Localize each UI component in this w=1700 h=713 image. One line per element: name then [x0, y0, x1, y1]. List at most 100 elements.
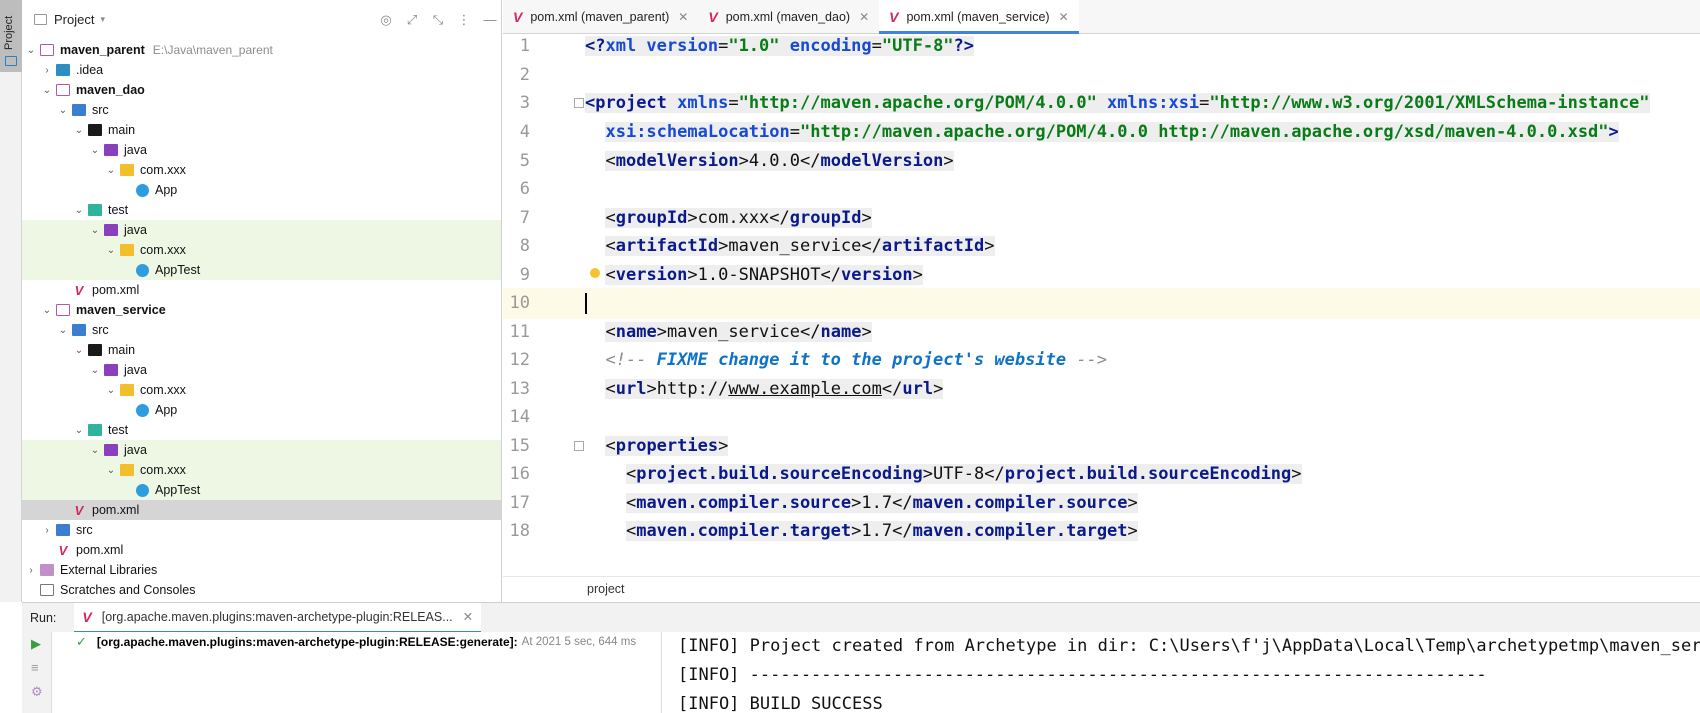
code-line[interactable]: 8 <artifactId>maven_service</artifactId> [503, 231, 1700, 262]
chevron-down-icon[interactable]: ⌄ [54, 105, 72, 116]
tree-item-external-libraries[interactable]: › External Libraries [22, 560, 501, 580]
chevron-down-icon[interactable]: ⌄ [86, 365, 104, 376]
chevron-down-icon[interactable]: ⌄ [70, 125, 88, 136]
fold-icon[interactable] [574, 98, 584, 108]
tree-item-scratches[interactable]: Scratches and Consoles [22, 580, 501, 600]
line-number: 8 [519, 236, 530, 256]
code-line[interactable]: 2 [503, 60, 1700, 91]
package-icon [120, 384, 134, 396]
code-line[interactable]: 4 xsi:schemaLocation="http://maven.apach… [503, 117, 1700, 148]
tree-item-app[interactable]: App [22, 180, 501, 200]
tree-item-apptest[interactable]: AppTest [22, 260, 501, 280]
locate-file-icon[interactable]: ◎ [379, 12, 393, 28]
code-line[interactable]: 6 [503, 174, 1700, 205]
close-icon[interactable]: ✕ [463, 609, 473, 624]
settings-icon[interactable]: ⚙ [31, 684, 43, 700]
chevron-down-icon[interactable]: ▾ [100, 14, 105, 25]
fold-icon[interactable] [574, 441, 584, 451]
code-line[interactable]: 3 <project xmlns="http://maven.apache.or… [503, 88, 1700, 119]
tree-item-java[interactable]: ⌄ java [22, 220, 501, 240]
close-icon[interactable]: ✕ [1059, 10, 1069, 24]
tree-item-java[interactable]: ⌄ java [22, 140, 501, 160]
code-line[interactable]: 5 <modelVersion>4.0.0</modelVersion> [503, 146, 1700, 177]
chevron-down-icon[interactable]: ⌄ [22, 45, 40, 56]
code-line[interactable]: 14 [503, 402, 1700, 433]
chevron-right-icon[interactable]: › [38, 525, 56, 536]
chevron-down-icon[interactable]: ⌄ [86, 145, 104, 156]
tree-item-java[interactable]: ⌄ java [22, 440, 501, 460]
close-icon[interactable]: ✕ [678, 10, 688, 24]
chevron-down-icon[interactable]: ⌄ [54, 325, 72, 336]
chevron-down-icon[interactable]: ⌄ [86, 225, 104, 236]
tree-item-src[interactable]: ⌄ src [22, 320, 501, 340]
module-path: E:\Java\maven_parent [152, 43, 273, 57]
tree-item-package[interactable]: ⌄ com.xxx [22, 160, 501, 180]
code-line[interactable]: 18 <maven.compiler.target>1.7</maven.com… [503, 516, 1700, 547]
tree-item-package[interactable]: ⌄ com.xxx [22, 240, 501, 260]
tree-item-main[interactable]: ⌄ main [22, 340, 501, 360]
chevron-right-icon[interactable]: › [38, 65, 56, 76]
chevron-down-icon[interactable]: ⌄ [70, 205, 88, 216]
chevron-down-icon[interactable]: ⌄ [102, 245, 120, 256]
tab-pom-maven-parent[interactable]: V pom.xml (maven_parent) ✕ [503, 0, 698, 34]
chevron-down-icon[interactable]: ⌄ [102, 385, 120, 396]
console-output[interactable]: [INFO] Project created from Archetype in… [662, 632, 1700, 713]
project-tool-tab[interactable]: Project [0, 0, 22, 72]
code-line-current[interactable]: 10 [503, 288, 1700, 319]
options-menu-icon[interactable]: ⋮ [457, 12, 471, 28]
run-tab[interactable]: V [org.apache.maven.plugins:maven-archet… [74, 602, 482, 633]
code-editor[interactable]: 1 <?xml version="1.0" encoding="UTF-8"?>… [503, 35, 1700, 576]
chevron-down-icon[interactable]: ⌄ [70, 345, 88, 356]
expand-all-icon[interactable]: ⤢ [405, 12, 419, 28]
run-tool-bar: Run: V [org.apache.maven.plugins:maven-a… [22, 602, 1700, 633]
run-tree-item[interactable]: ✓ [org.apache.maven.plugins:maven-archet… [76, 634, 636, 650]
code-line[interactable]: 16 <project.build.sourceEncoding>UTF-8</… [503, 459, 1700, 490]
tree-item-idea[interactable]: › .idea [22, 60, 501, 80]
tree-item-main[interactable]: ⌄ main [22, 120, 501, 140]
tree-item-maven-parent[interactable]: ⌄ maven_parent E:\Java\maven_parent [22, 40, 501, 60]
code-line[interactable]: 7 <groupId>com.xxx</groupId> [503, 203, 1700, 234]
chevron-down-icon[interactable]: ⌄ [102, 165, 120, 176]
chevron-down-icon[interactable]: ⌄ [38, 305, 56, 316]
tree-item-java[interactable]: ⌄ java [22, 360, 501, 380]
chevron-down-icon[interactable]: ⌄ [102, 465, 120, 476]
tree-item-label: java [124, 363, 147, 377]
code-line[interactable]: 12 <!-- FIXME change it to the project's… [503, 345, 1700, 376]
tree-item-maven-dao[interactable]: ⌄ maven_dao [22, 80, 501, 100]
tree-item-src[interactable]: › src [22, 520, 501, 540]
code-line[interactable]: 11 <name>maven_service</name> [503, 317, 1700, 348]
tree-item-apptest[interactable]: AppTest [22, 480, 501, 500]
filter-icon[interactable]: ≡ [31, 660, 39, 675]
code-line[interactable]: 15 <properties> [503, 431, 1700, 462]
tree-item-app[interactable]: App [22, 400, 501, 420]
tree-item-pom[interactable]: V pom.xml [22, 280, 501, 300]
tree-item-test[interactable]: ⌄ test [22, 200, 501, 220]
tree-item-src[interactable]: ⌄ src [22, 100, 501, 120]
code-line[interactable]: 9 <version>1.0-SNAPSHOT</version> [503, 260, 1700, 291]
chevron-down-icon[interactable]: ⌄ [70, 425, 88, 436]
tree-item-test[interactable]: ⌄ test [22, 420, 501, 440]
code-line[interactable]: 17 <maven.compiler.source>1.7</maven.com… [503, 488, 1700, 519]
code-line[interactable]: 13 <url>http://www.example.com</url> [503, 374, 1700, 405]
tree-item-maven-service[interactable]: ⌄ maven_service [22, 300, 501, 320]
collapse-all-icon[interactable]: ⤡ [431, 12, 445, 28]
tab-pom-maven-dao[interactable]: V pom.xml (maven_dao) ✕ [698, 0, 879, 34]
tree-item-pom-selected[interactable]: V pom.xml [22, 500, 501, 520]
breadcrumb-item[interactable]: project [587, 582, 625, 596]
chevron-down-icon[interactable]: ⌄ [86, 445, 104, 456]
close-icon[interactable]: ✕ [859, 10, 869, 24]
tree-item-package[interactable]: ⌄ com.xxx [22, 380, 501, 400]
rerun-icon[interactable]: ▶ [31, 636, 41, 652]
hide-panel-icon[interactable]: — [483, 12, 497, 28]
tab-pom-maven-service[interactable]: V pom.xml (maven_service) ✕ [879, 0, 1079, 34]
project-panel-title[interactable]: Project [54, 12, 94, 27]
chevron-right-icon[interactable]: › [22, 565, 40, 576]
maven-icon: V [889, 9, 899, 25]
tree-item-pom[interactable]: V pom.xml [22, 540, 501, 560]
tree-item-label: java [124, 143, 147, 157]
code-text: <!-- FIXME change it to the project's we… [605, 350, 1108, 370]
tree-item-package[interactable]: ⌄ com.xxx [22, 460, 501, 480]
chevron-down-icon[interactable]: ⌄ [38, 85, 56, 96]
line-number: 10 [509, 293, 530, 313]
code-line[interactable]: 1 <?xml version="1.0" encoding="UTF-8"?> [503, 35, 1700, 62]
